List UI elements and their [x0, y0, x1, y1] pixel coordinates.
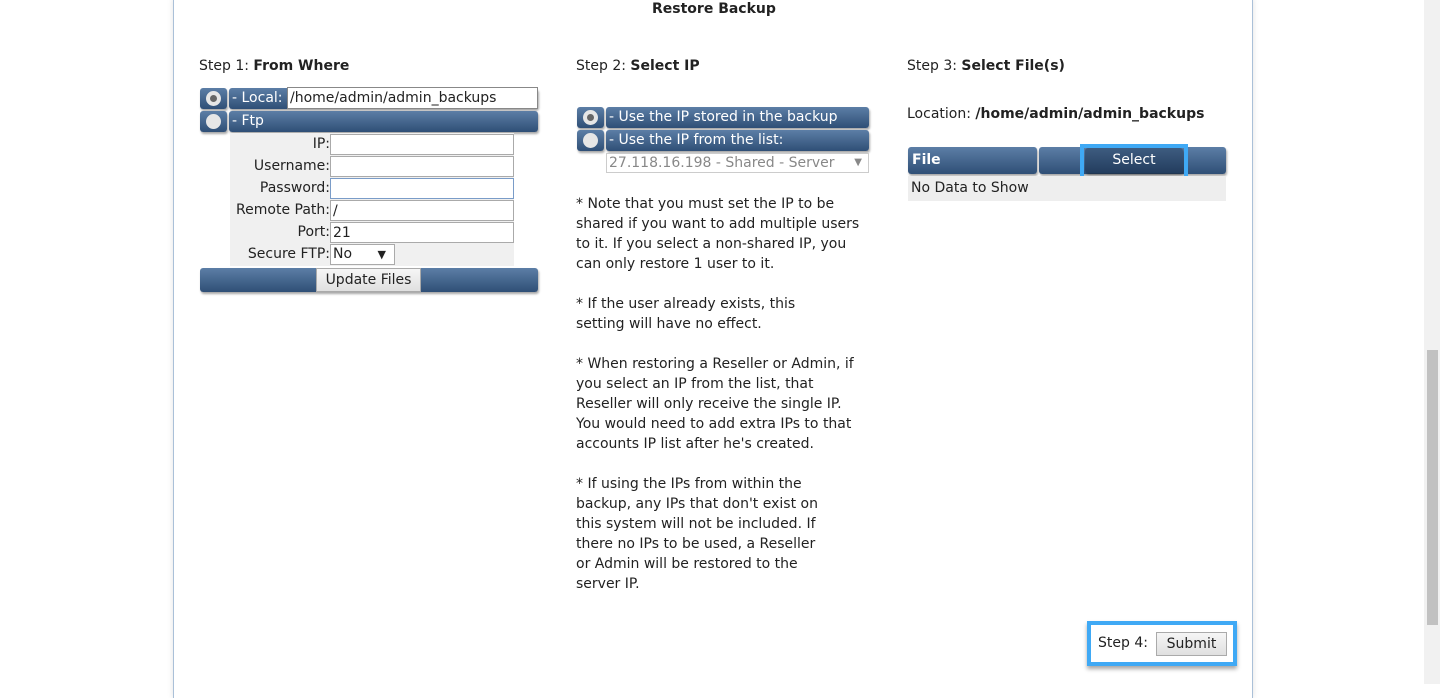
- local-label: - Local:: [232, 90, 283, 106]
- ip-list-radio[interactable]: [577, 130, 604, 151]
- ip-stored-option[interactable]: - Use the IP stored in the backup: [606, 107, 869, 128]
- local-radio[interactable]: [200, 88, 227, 109]
- username-label: Username:: [230, 156, 330, 177]
- ftp-option[interactable]: - Ftp: [229, 111, 538, 132]
- note-shared-ip: * Note that you must set the IP to be sh…: [576, 196, 860, 272]
- radio-circle-icon: [206, 91, 221, 106]
- chevron-down-icon: ▼: [854, 157, 862, 168]
- port-label: Port:: [230, 222, 330, 243]
- location: Location: /home/admin/admin_backups: [907, 106, 1204, 122]
- radio-circle-icon: [583, 133, 598, 148]
- secure-ftp-label: Secure FTP:: [230, 244, 330, 265]
- file-column-header: File: [908, 147, 1037, 174]
- ftp-password-input[interactable]: [330, 178, 514, 199]
- update-files-button[interactable]: Update Files: [316, 268, 421, 292]
- remote-path-label: Remote Path:: [230, 200, 330, 221]
- location-label: Location:: [907, 106, 971, 122]
- step1-heading: Step 1: From Where: [199, 58, 349, 74]
- step-prefix: Step 2:: [576, 58, 626, 74]
- radio-circle-icon: [583, 110, 598, 125]
- ip-list-option[interactable]: - Use the IP from the list:: [606, 130, 869, 151]
- step-label: Select IP: [630, 58, 700, 74]
- secure-ftp-select[interactable]: No ▼: [330, 244, 395, 265]
- step3-heading: Step 3: Select File(s): [907, 58, 1065, 74]
- ftp-label: - Ftp: [232, 113, 264, 129]
- empty-row: No Data to Show: [908, 176, 1226, 201]
- ftp-port-input[interactable]: [330, 222, 514, 243]
- ip-stored-radio[interactable]: [577, 107, 604, 128]
- submit-button[interactable]: Submit: [1156, 632, 1227, 656]
- step-prefix: Step 3:: [907, 58, 957, 74]
- ip-select[interactable]: 27.118.16.198 - Shared - Server ▼: [606, 153, 869, 173]
- ftp-username-input[interactable]: [330, 156, 514, 177]
- note-backup-ips: * If using the IPs from within the backu…: [576, 476, 818, 592]
- ip-select-value: 27.118.16.198 - Shared - Server: [609, 155, 835, 171]
- ftp-ip-input[interactable]: [330, 134, 514, 155]
- step-label: From Where: [253, 58, 350, 74]
- ftp-radio[interactable]: [200, 111, 227, 132]
- note-user-exists: * If the user already exists, this setti…: [576, 296, 796, 332]
- step2-heading: Step 2: Select IP: [576, 58, 700, 74]
- scrollbar-thumb[interactable]: [1427, 350, 1438, 625]
- step-label: Select File(s): [961, 58, 1065, 74]
- radio-circle-icon: [206, 114, 221, 129]
- location-value: /home/admin/admin_backups: [975, 106, 1205, 122]
- note-reseller: * When restoring a Reseller or Admin, if…: [576, 356, 854, 452]
- ftp-remote-path-input[interactable]: [330, 200, 514, 221]
- step4-label: Step 4:: [1098, 635, 1148, 651]
- step-prefix: Step 1:: [199, 58, 249, 74]
- password-label: Password:: [230, 178, 330, 199]
- secure-ftp-value: No: [333, 246, 353, 262]
- local-path-input[interactable]: [287, 87, 538, 109]
- page-title: Restore Backup: [652, 1, 776, 17]
- chevron-down-icon: ▼: [377, 248, 386, 261]
- ip-label: IP:: [230, 134, 330, 155]
